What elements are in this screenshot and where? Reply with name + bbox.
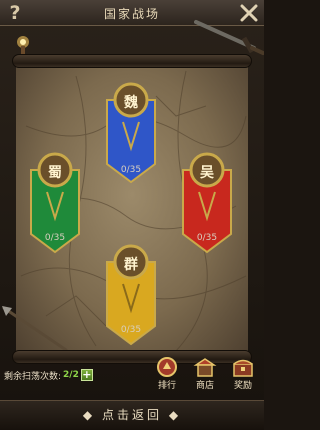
back-label: 点击返回	[101, 408, 162, 422]
faction-char: 吴	[200, 165, 214, 181]
shop-label: 商店	[195, 381, 214, 391]
left-arrow-icon: ◆	[82, 408, 96, 422]
faction-char: 魏	[124, 95, 138, 111]
treasure-chest-icon	[233, 359, 253, 377]
faction-char: 蜀	[48, 165, 62, 181]
ranking-icon	[157, 357, 177, 377]
sword-icon	[194, 20, 264, 55]
rank-button[interactable]: 排行	[152, 356, 182, 392]
faction-count-wu: 0/35	[196, 233, 218, 243]
faction-banner-qun[interactable]: 群	[101, 240, 161, 352]
faction-count-qun: 0/35	[120, 325, 142, 335]
right-arrow-icon: ◆	[168, 408, 182, 422]
shop-icon	[193, 358, 217, 377]
shop-button[interactable]: 商店	[190, 356, 220, 392]
reward-button[interactable]: 奖励	[228, 356, 258, 392]
rank-label: 排行	[157, 381, 176, 391]
sweep-value: 2/2	[63, 370, 79, 380]
faction-count-shu: 0/35	[44, 233, 66, 243]
faction-count-wei: 0/35	[120, 165, 142, 175]
sweep-counter: 剩余扫荡次数: 2/2 +	[4, 368, 93, 382]
faction-banner-wu[interactable]: 吴	[177, 148, 237, 260]
back-button[interactable]: ◆ 点击返回 ◆	[60, 405, 204, 425]
add-sweep-button[interactable]: +	[80, 369, 93, 381]
reward-label: 奖励	[233, 381, 252, 391]
faction-banner-shu[interactable]: 蜀	[25, 148, 85, 260]
sweep-label: 剩余扫荡次数:	[4, 371, 62, 382]
faction-char: 群	[124, 257, 138, 273]
scroll-rod-top	[12, 54, 252, 68]
spear-icon	[2, 306, 68, 352]
